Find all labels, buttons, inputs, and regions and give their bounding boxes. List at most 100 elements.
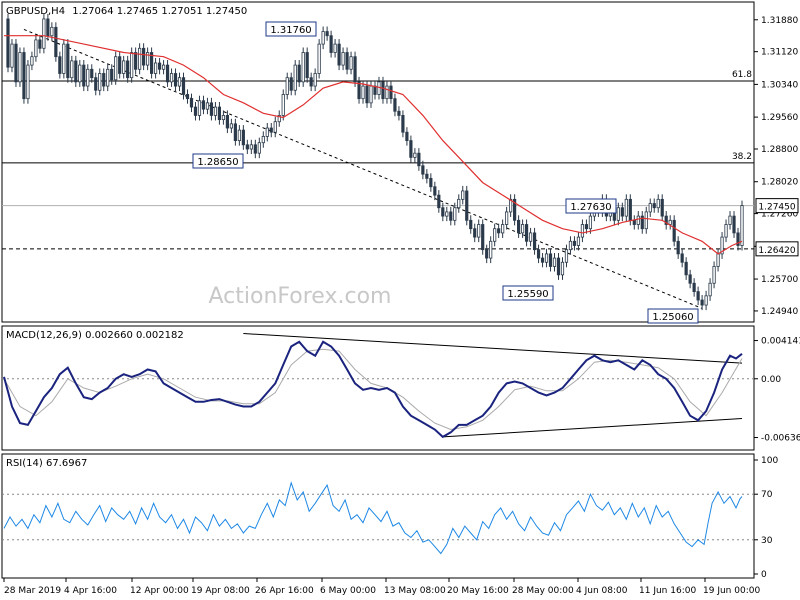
candle-body: [417, 152, 421, 167]
candle-body: [285, 77, 289, 95]
candle-body: [189, 98, 194, 108]
candle-body: [169, 73, 174, 83]
candle-body: [389, 85, 393, 100]
candle-body: [269, 127, 273, 133]
candle-body: [161, 64, 166, 70]
candle-body: [297, 64, 301, 83]
candle-body: [728, 215, 732, 225]
x-tick-label: 19 Apr 08:00: [191, 586, 250, 596]
candle-body: [86, 68, 90, 87]
candle-body: [616, 207, 620, 221]
candle-body: [34, 39, 38, 58]
x-tick-label: 20 May 16:00: [447, 586, 509, 596]
price-title: GBPUSD,H4 1.27064 1.27465 1.27051 1.2745…: [6, 6, 247, 17]
swing-annotation-label: 1.27630: [570, 202, 611, 213]
candle-body: [173, 73, 178, 87]
macd-y-tick-label: 0.00: [761, 375, 781, 385]
candle-body: [437, 194, 441, 209]
candle-body: [181, 77, 186, 95]
candle-body: [126, 60, 130, 79]
candle-body: [433, 186, 437, 196]
candle-body: [122, 60, 126, 74]
rsi-y-tick-label: 100: [761, 456, 778, 466]
candle-body: [325, 31, 329, 37]
fib-level-label: 61.8: [732, 70, 752, 80]
candle-body: [321, 31, 325, 45]
price-y-tick-label: 1.28020: [761, 178, 798, 188]
candle-body: [465, 190, 469, 221]
x-tick-label: 4 Apr 16:00: [64, 586, 117, 596]
candle-body: [580, 224, 585, 238]
candle-body: [556, 257, 561, 276]
candle-body: [98, 73, 102, 91]
candle-body: [30, 56, 34, 66]
candle-body: [94, 77, 98, 91]
candle-body: [501, 224, 505, 234]
candle-body: [42, 18, 46, 49]
candle-body: [544, 253, 549, 263]
macd-title: MACD(12,26,9) 0.002660 0.002182: [6, 330, 184, 341]
candle-body: [197, 100, 202, 116]
candle-body: [568, 240, 573, 251]
candle-body: [237, 129, 241, 142]
candle-body: [660, 198, 664, 217]
candle-body: [229, 123, 233, 129]
candle-body: [313, 73, 317, 87]
candle-body: [620, 207, 624, 217]
candle-body: [193, 106, 198, 116]
candle-body: [213, 106, 218, 116]
candle-body: [130, 52, 134, 79]
candle-body: [536, 249, 541, 259]
candle-body: [624, 198, 628, 217]
candle-body: [177, 77, 182, 87]
x-tick-label: 28 Mar 2019: [4, 586, 61, 596]
candle-body: [441, 207, 445, 217]
candle-body: [409, 140, 413, 158]
x-tick-label: 26 Apr 16:00: [255, 586, 314, 596]
candle-body: [485, 249, 489, 259]
axis-price-label: 1.27450: [758, 203, 795, 213]
x-tick-label: 13 May 08:00: [384, 586, 446, 596]
rsi-y-tick-label: 30: [761, 536, 773, 546]
candle-body: [421, 165, 425, 175]
candle-body: [584, 224, 589, 230]
candle-body: [309, 77, 313, 87]
candle-body: [353, 56, 357, 83]
candle-body: [305, 52, 309, 79]
macd-y-tick-label: 0.004141: [761, 337, 800, 347]
candle-body: [540, 257, 545, 263]
candle-body: [209, 102, 214, 116]
rsi-y-tick-label: 70: [761, 490, 773, 500]
candle-body: [672, 219, 676, 242]
candle-body: [74, 60, 78, 83]
candle-body: [241, 129, 245, 146]
candle-body: [489, 240, 493, 259]
candle-body: [10, 43, 14, 68]
swing-annotation-label: 1.25060: [652, 312, 693, 323]
candle-body: [301, 52, 305, 83]
candle-body: [153, 62, 158, 74]
candle-body: [345, 52, 349, 70]
rsi-y-tick-label: 0: [761, 570, 767, 580]
candle-body: [656, 198, 660, 209]
candle-body: [712, 266, 716, 284]
swing-annotation-label: 1.25590: [507, 289, 548, 300]
candle-body: [680, 253, 684, 263]
price-y-tick-label: 1.31880: [761, 16, 798, 26]
macd-panel-frame: [1, 325, 755, 451]
candle-body: [688, 274, 692, 284]
candle-body: [106, 68, 110, 87]
candle-body: [165, 64, 170, 83]
candle-body: [700, 299, 704, 306]
candle-body: [54, 26, 58, 58]
candle-body: [628, 198, 632, 221]
candle-body: [524, 224, 529, 242]
candle-body: [261, 136, 265, 144]
candle-body: [576, 236, 581, 246]
candle-body: [185, 94, 190, 100]
candle-body: [425, 173, 429, 179]
candle-body: [517, 219, 521, 234]
candle-body: [157, 62, 162, 70]
swing-annotation-label: 1.28650: [197, 157, 238, 168]
fib-level-label: 38.2: [732, 152, 752, 162]
